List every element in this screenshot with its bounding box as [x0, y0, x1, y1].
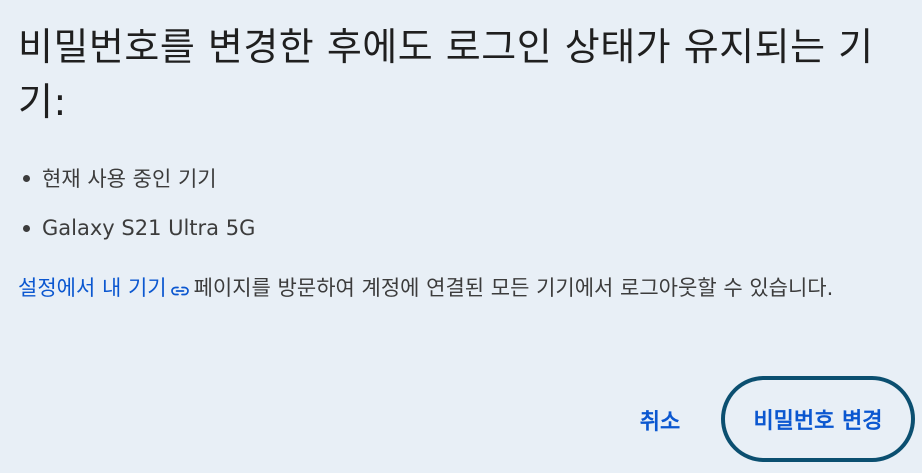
cancel-button[interactable]: 취소	[617, 395, 703, 445]
my-devices-link-label: 설정에서 내 기기	[18, 276, 167, 300]
list-item: Galaxy S21 Ultra 5G	[18, 210, 255, 246]
link-icon	[170, 273, 190, 310]
info-body: 페이지를 방문하여 계정에 연결된 모든 기기에서 로그아웃할 수 있습니다.	[193, 276, 834, 300]
password-change-dialog: 비밀번호를 변경한 후에도 로그인 상태가 유지되는 기기: 현재 사용 중인 …	[0, 0, 922, 473]
bullet-icon	[23, 174, 30, 182]
info-text: 설정에서 내 기기 페이지를 방문하여 계정에 연결된 모든 기기에서 로그아웃할…	[18, 270, 908, 310]
device-label: Galaxy S21 Ultra 5G	[42, 216, 256, 240]
device-list: 현재 사용 중인 기기 Galaxy S21 Ultra 5G	[18, 160, 255, 260]
bullet-icon	[23, 224, 30, 232]
my-devices-link[interactable]: 설정에서 내 기기	[18, 276, 194, 300]
device-label: 현재 사용 중인 기기	[42, 167, 217, 191]
dialog-title: 비밀번호를 변경한 후에도 로그인 상태가 유지되는 기기:	[18, 25, 874, 124]
change-password-button[interactable]: 비밀번호 변경	[721, 376, 915, 462]
list-item: 현재 사용 중인 기기	[18, 160, 255, 196]
